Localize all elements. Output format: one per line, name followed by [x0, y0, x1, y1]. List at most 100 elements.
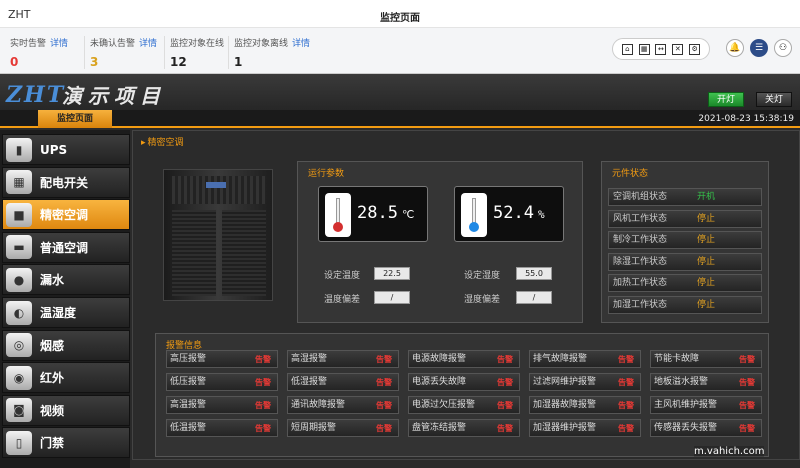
hygrometer-icon — [461, 193, 487, 237]
alarm-item: 短周期报警 告警 — [287, 419, 399, 437]
alarm-flag: 告警 — [739, 424, 755, 433]
alarm-flag: 告警 — [618, 355, 634, 364]
alarm-flag: 告警 — [739, 378, 755, 387]
alarm-label: 低温报警 — [170, 423, 207, 433]
page-title: 监控页面 — [380, 13, 420, 24]
sidebar-item[interactable]: ● 漏水 — [2, 264, 130, 296]
component-status: 停止 — [697, 256, 716, 267]
sidebar-item[interactable]: ▦ 配电开关 — [2, 166, 130, 198]
components-title: 元件状态 — [612, 169, 649, 179]
hum-dev-value: / — [516, 291, 552, 304]
sidebar-item-label: 配电开关 — [40, 175, 89, 190]
temperature-gauge: 28.5 ℃ — [318, 186, 428, 242]
stat-realtime-alarm: 实时告警 详情 0 — [10, 39, 69, 69]
alarm-label: 排气故障报警 — [533, 354, 588, 364]
alarm-label: 高湿报警 — [291, 354, 328, 364]
component-status-row: 除湿工作状态 停止 — [608, 252, 762, 271]
component-status-row: 制冷工作状态 停止 — [608, 231, 762, 249]
sidebar-item[interactable]: ▬ 普通空调 — [2, 231, 130, 263]
alarm-flag: 告警 — [376, 424, 392, 433]
expand-icon[interactable]: ↔ — [655, 43, 667, 55]
alarm-flag: 告警 — [255, 401, 271, 410]
sidebar-item[interactable]: ■ 精密空调 — [2, 199, 130, 231]
alarm-item: 电源丢失故障 告警 — [408, 373, 520, 391]
component-label: 除湿工作状态 — [613, 256, 668, 267]
watermark: m.vahich.com — [694, 446, 765, 457]
component-status: 停止 — [697, 278, 716, 288]
alarm-item: 高温报警 告警 — [166, 396, 278, 414]
alarm-flag: 告警 — [255, 378, 271, 387]
temp-dev-label: 温度偏差 — [324, 295, 361, 305]
component-label: 风机工作状态 — [613, 213, 668, 224]
alarm-item: 电源故障报警 告警 — [408, 350, 520, 368]
alarm-label: 低压报警 — [170, 377, 207, 387]
set-temp-value: 22.5 — [374, 267, 410, 280]
sidebar-item[interactable]: ◐ 温湿度 — [2, 297, 130, 328]
list-icon[interactable]: ☰ — [750, 39, 768, 57]
alarm-flag: 告警 — [497, 424, 513, 433]
ac-icon: ▬ — [6, 235, 32, 260]
alarm-flag: 告警 — [376, 378, 392, 387]
sidebar-item-label: 烟感 — [40, 338, 65, 353]
components-panel: 元件状态 空调机组状态 开机 风机工作状态 停止 制冷工作状态 停止 除湿工作状态 停止 加热工… — [601, 161, 769, 323]
bell-icon[interactable]: 🔔 — [726, 39, 744, 57]
sidebar-item[interactable]: ▯ 门禁 — [2, 427, 130, 459]
params-title: 运行参数 — [308, 169, 345, 179]
alarm-item: 传感器丢失报警 告警 — [650, 419, 762, 437]
component-status: 停止 — [697, 235, 716, 245]
details-link[interactable]: 详情 — [50, 39, 68, 49]
alarm-flag: 告警 — [618, 401, 634, 410]
humidity-value: 52.4 — [493, 203, 534, 223]
thermometer-icon — [325, 193, 351, 237]
alarm-item: 盘管冻结报警 告警 — [408, 419, 520, 437]
sidebar-item[interactable]: ▮ UPS — [2, 134, 130, 165]
sidebar-item[interactable]: ◙ 视频 — [2, 394, 130, 426]
stat-value: 0 — [10, 55, 19, 69]
switch-icon: ▦ — [6, 170, 32, 195]
alarm-label: 低湿报警 — [291, 377, 328, 387]
temperature-unit: ℃ — [401, 208, 415, 221]
component-status: 停止 — [697, 299, 716, 310]
alarm-label: 加湿器故障报警 — [533, 400, 597, 410]
settings-icon[interactable]: ⚙ — [689, 43, 701, 55]
alarm-label: 过滤网维护报警 — [533, 377, 597, 387]
alarm-label: 高压报警 — [170, 354, 207, 364]
stat-value: 12 — [170, 55, 187, 69]
alarm-label: 加湿器维护报警 — [533, 423, 597, 433]
temp-dev-value: / — [374, 291, 410, 304]
hum-dev-label: 湿度偏差 — [464, 295, 501, 305]
tab-monitor[interactable]: 监控页面 — [38, 110, 112, 128]
alarm-flag: 告警 — [376, 355, 392, 364]
alarm-label: 传感器丢失报警 — [654, 423, 718, 433]
alarm-flag: 告警 — [739, 355, 755, 364]
lights-on-button[interactable]: 开灯 — [708, 92, 744, 107]
alarm-item: 低压报警 告警 — [166, 373, 278, 391]
alarm-label: 主风机维护报警 — [654, 400, 718, 410]
close-icon[interactable]: ✕ — [672, 43, 684, 55]
alarm-panel: 报警信息 高压报警 告警 低压报警 告警 高温报警 告警 低温报警 告警 高湿报警 告警 低湿报警告… — [155, 333, 769, 457]
infrared-icon: ◉ — [6, 365, 32, 390]
component-status-row: 风机工作状态 停止 — [608, 209, 762, 228]
component-status-row: 空调机组状态 开机 — [608, 188, 762, 206]
details-link[interactable]: 详情 — [292, 39, 310, 49]
lights-off-button[interactable]: 关灯 — [756, 92, 792, 107]
alarm-flag: 告警 — [497, 401, 513, 410]
alarm-item: 高湿报警 告警 — [287, 350, 399, 368]
stat-value: 1 — [234, 55, 243, 69]
ups-icon: ▮ — [6, 137, 32, 162]
sidebar-item[interactable]: ◎ 烟感 — [2, 329, 130, 361]
alarm-flag: 告警 — [497, 355, 513, 364]
alarm-label: 电源丢失故障 — [412, 377, 467, 387]
water-leak-icon: ● — [6, 267, 32, 292]
datetime: 2021-08-23 15:38:19 — [698, 114, 794, 124]
alarm-label: 高温报警 — [170, 400, 207, 410]
home-icon[interactable]: ⌂ — [621, 43, 633, 55]
alarm-label: 电源过欠压报警 — [412, 400, 476, 410]
network-icon[interactable]: ⚇ — [774, 39, 792, 57]
ac-unit-image — [163, 169, 273, 301]
grid-icon[interactable]: ▦ — [638, 43, 650, 55]
sidebar-item[interactable]: ◉ 红外 — [2, 362, 130, 394]
humidity-gauge: 52.4% — [454, 186, 564, 242]
details-link[interactable]: 详情 — [139, 39, 157, 49]
sidebar-item-label: 普通空调 — [40, 240, 89, 255]
